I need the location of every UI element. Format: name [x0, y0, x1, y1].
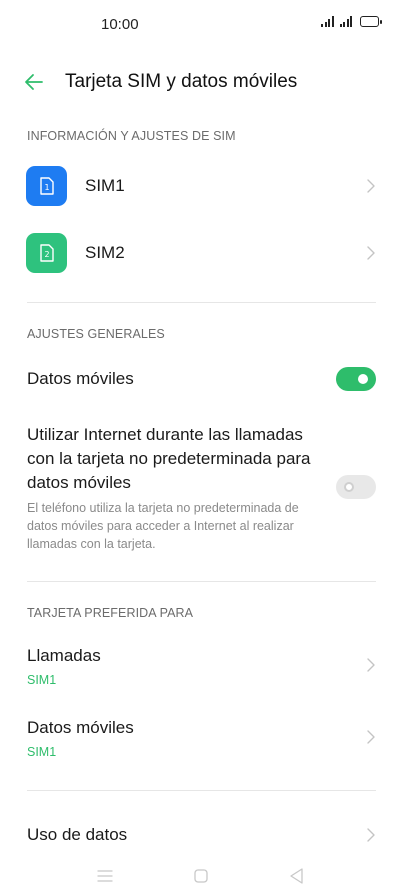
chevron-right-icon [367, 730, 375, 744]
chevron-right-icon [367, 658, 375, 672]
status-bar: 10:00 [0, 0, 403, 50]
signal-icon-sim2 [339, 16, 352, 27]
battery-icon [360, 16, 382, 27]
chevron-right-icon [367, 246, 375, 260]
data-usage-row[interactable]: Uso de datos [0, 818, 403, 854]
preferred-calls-row[interactable]: Llamadas SIM1 [0, 640, 403, 692]
sim1-row[interactable]: 1 SIM1 [0, 160, 403, 212]
mobile-data-label: Datos móviles [27, 369, 134, 388]
toggle-knob [358, 374, 368, 384]
data-value: SIM1 [27, 745, 57, 759]
app-bar: Tarjeta SIM y datos móviles [0, 60, 403, 104]
calls-label: Llamadas [27, 646, 101, 665]
mobile-data-toggle[interactable] [336, 367, 376, 391]
home-icon[interactable] [189, 866, 213, 886]
internet-calls-description: El teléfono utiliza la tarjeta no predet… [27, 501, 299, 551]
sim-card-icon: 1 [26, 166, 67, 206]
internet-calls-toggle[interactable] [336, 475, 376, 499]
preferred-data-row[interactable]: Datos móviles SIM1 [0, 712, 403, 764]
status-icons [321, 16, 382, 27]
svg-text:1: 1 [44, 183, 49, 192]
menu-icon[interactable] [93, 866, 117, 886]
section-header-preferred: TARJETA PREFERIDA PARA [27, 606, 194, 620]
back-arrow-icon[interactable] [22, 70, 46, 94]
navigation-bar [0, 856, 403, 896]
sim2-row[interactable]: 2 SIM2 [0, 227, 403, 279]
toggle-knob [344, 482, 354, 492]
divider [27, 302, 376, 303]
section-header-general: AJUSTES GENERALES [27, 327, 165, 341]
page-title: Tarjeta SIM y datos móviles [65, 71, 298, 92]
section-header-sim: INFORMACIÓN Y AJUSTES DE SIM [27, 129, 236, 143]
back-icon[interactable] [285, 866, 309, 886]
sim2-label: SIM2 [85, 243, 125, 262]
divider [27, 581, 376, 582]
status-time: 10:00 [101, 16, 139, 33]
chevron-right-icon [367, 828, 375, 842]
signal-icon-sim1 [321, 16, 334, 27]
divider [27, 790, 376, 791]
chevron-right-icon [367, 179, 375, 193]
data-label: Datos móviles [27, 718, 134, 737]
sim-card-icon: 2 [26, 233, 67, 273]
internet-calls-label: Utilizar Internet durante las llamadas c… [27, 425, 311, 492]
svg-text:2: 2 [44, 250, 49, 259]
sim1-label: SIM1 [85, 176, 125, 195]
calls-value: SIM1 [27, 673, 57, 687]
data-usage-label: Uso de datos [27, 825, 128, 844]
